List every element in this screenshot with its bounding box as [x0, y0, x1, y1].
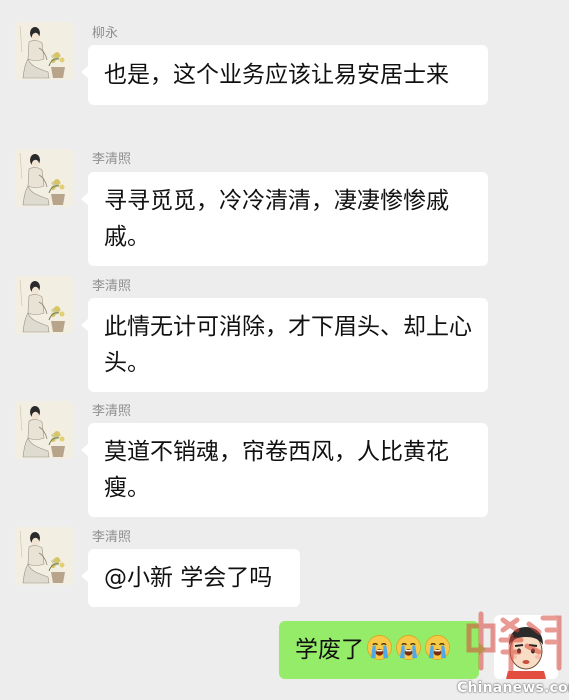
chinanews-seal-watermark-icon — [466, 611, 562, 673]
ink-painting-avatar-icon — [15, 527, 73, 585]
message-bubble[interactable]: 也是，这个业务应该让易安居士来 — [81, 45, 488, 105]
message-text: 寻寻觅觅，冷冷清清，凄凄惨惨戚戚。 — [104, 188, 449, 250]
sender-name: 李清照 — [92, 279, 132, 294]
message-bubble[interactable]: @小新 学会了吗 — [81, 549, 300, 607]
message-bubble[interactable]: 莫道不销魂，帘卷西风，人比黄花瘦。 — [81, 423, 488, 517]
message-bubble[interactable]: 寻寻觅觅，冷冷清清，凄凄惨惨戚戚。 — [81, 172, 488, 266]
sender-avatar[interactable] — [15, 149, 73, 207]
ink-painting-avatar-icon — [15, 149, 73, 207]
ink-painting-avatar-icon — [15, 276, 73, 334]
message-text: @小新 学会了吗 — [104, 565, 273, 591]
sender-avatar[interactable] — [15, 401, 73, 459]
outgoing-message-text: 学废了 — [295, 637, 364, 663]
crying-face-emoji-icon — [395, 634, 422, 661]
message-text: 此情无计可消除，才下眉头、却上心头。 — [104, 314, 472, 376]
sender-avatar[interactable] — [15, 276, 73, 334]
message-text: 也是，这个业务应该让易安居士来 — [104, 62, 449, 88]
chinanews-watermark-text: Chinanews.com — [457, 680, 569, 696]
sender-name: 李清照 — [92, 152, 132, 167]
sender-name: 李清照 — [92, 530, 132, 545]
ink-painting-avatar-icon — [15, 22, 73, 80]
crying-face-emoji-icon — [366, 634, 393, 661]
message-bubble[interactable]: 此情无计可消除，才下眉头、却上心头。 — [81, 298, 488, 392]
message-text: 莫道不销魂，帘卷西风，人比黄花瘦。 — [104, 439, 449, 501]
outgoing-message-bubble[interactable]: 学废了 — [279, 621, 486, 679]
crying-face-emoji-icon — [424, 634, 451, 661]
sender-avatar[interactable] — [15, 22, 73, 80]
ink-painting-avatar-icon — [15, 401, 73, 459]
sender-name: 柳永 — [92, 26, 119, 41]
sender-avatar[interactable] — [15, 527, 73, 585]
sender-name: 李清照 — [92, 404, 132, 419]
